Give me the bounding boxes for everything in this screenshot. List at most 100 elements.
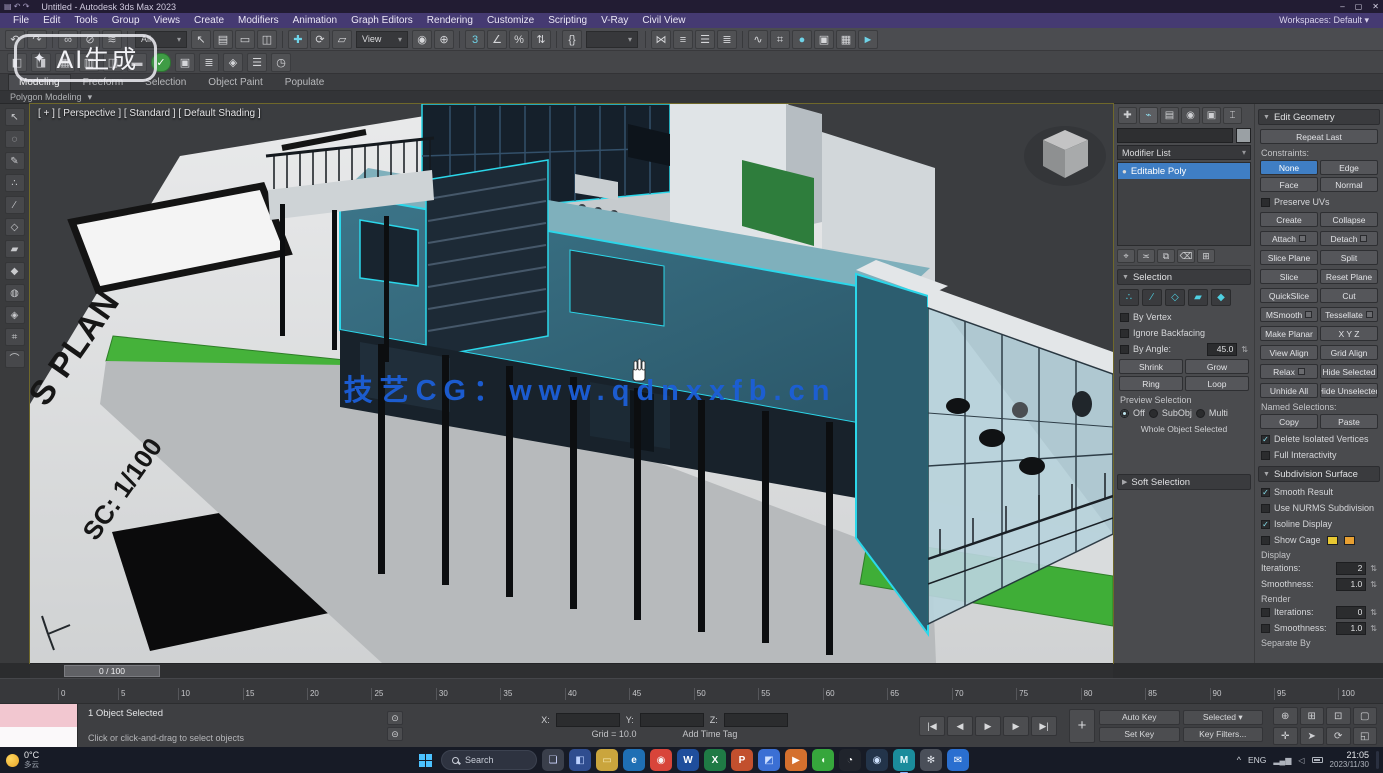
workspaces-dropdown[interactable]: Workspaces: Default ▾ (1279, 15, 1377, 26)
frame-tick-35[interactable]: 35 (500, 688, 512, 700)
quickslice-button[interactable]: QuickSlice (1260, 288, 1318, 303)
notification-center-icon[interactable] (1376, 751, 1379, 769)
curve-editor-icon[interactable]: ∿ (748, 30, 768, 49)
spinner-arrows-icon[interactable]: ⇅ (1370, 608, 1377, 617)
show-end-result-icon[interactable]: ≍ (1137, 249, 1155, 263)
photos-icon[interactable]: ◩ (758, 749, 780, 771)
window-crossing-icon[interactable]: ◫ (257, 30, 277, 49)
powerpoint-icon[interactable]: P (731, 749, 753, 771)
select-and-manipulate-icon[interactable]: ⊕ (434, 30, 454, 49)
full-interactivity-checkbox[interactable] (1261, 451, 1270, 460)
zoom-all-icon[interactable]: ⊞ (1300, 707, 1325, 725)
spinner-arrows-icon[interactable]: ⇅ (1241, 345, 1248, 354)
subdivision-rollout-header[interactable]: ▼ Subdivision Surface (1258, 466, 1380, 482)
lasso-select-icon[interactable]: ◌ (5, 130, 25, 148)
z-coordinate-field[interactable] (724, 713, 788, 727)
file-explorer-icon[interactable]: ▭ (596, 749, 618, 771)
show-cage-checkbox[interactable] (1261, 536, 1270, 545)
render-smoothness-field[interactable]: 1.0 (1336, 622, 1366, 635)
object-name-field[interactable] (1117, 128, 1233, 143)
y-coordinate-field[interactable] (640, 713, 704, 727)
angle-snap-icon[interactable]: ∠ (487, 30, 507, 49)
shrink-button[interactable]: Shrink (1119, 359, 1183, 374)
tray-clock[interactable]: 21:05 2023/11/30 (1330, 751, 1369, 769)
settings-box-icon[interactable] (1305, 311, 1312, 318)
time-slider[interactable]: 0 / 100 (30, 663, 1113, 678)
frame-tick-10[interactable]: 10 (178, 688, 190, 700)
grow-button[interactable]: Grow (1185, 359, 1249, 374)
utilities-tab[interactable]: ⌶ (1223, 107, 1242, 124)
copy-button[interactable]: Copy (1260, 414, 1318, 429)
spinner-snap-icon[interactable]: ⇅ (531, 30, 551, 49)
frame-tick-30[interactable]: 30 (436, 688, 448, 700)
named-selection-sets-dropdown[interactable]: ▾ (586, 31, 638, 48)
frame-tick-100[interactable]: 100 (1338, 688, 1354, 700)
frame-tick-65[interactable]: 65 (887, 688, 899, 700)
quick-access-icon-2[interactable]: ↶ (14, 2, 23, 11)
display-tab[interactable]: ▣ (1202, 107, 1221, 124)
msmooth-button[interactable]: MSmooth (1260, 307, 1318, 322)
create-button[interactable]: Create (1260, 212, 1318, 227)
slice-button[interactable]: Slice (1260, 269, 1318, 284)
explorer-icon[interactable]: ☰ (247, 53, 267, 72)
attach-button[interactable]: Attach (1260, 231, 1318, 246)
select-and-move-icon[interactable]: ✚ (288, 30, 308, 49)
edit-geometry-rollout-header[interactable]: ▼ Edit Geometry (1258, 109, 1380, 125)
perspective-viewport[interactable]: [ + ] [ Perspective ] [ Standard ] [ Def… (30, 104, 1113, 663)
loop-button[interactable]: Loop (1185, 376, 1249, 391)
hide-unselected-button[interactable]: Hide Unselected (1320, 383, 1378, 398)
selected-dropdown[interactable]: Selected ▾ (1183, 710, 1264, 725)
layer-manager-icon[interactable]: ≣ (199, 53, 219, 72)
menu-modifiers[interactable]: Modifiers (231, 13, 286, 28)
selection-ignore-backfacing-checkbox[interactable] (1120, 329, 1129, 338)
edge-mode-icon[interactable]: ∕ (5, 196, 25, 214)
schematic-view-icon[interactable]: ⌗ (770, 30, 790, 49)
ring-button[interactable]: Ring (1119, 376, 1183, 391)
menu-customize[interactable]: Customize (480, 13, 541, 28)
paint-select-icon[interactable]: ✎ (5, 152, 25, 170)
render-production-icon[interactable]: ► (858, 30, 878, 49)
detach-button[interactable]: Detach (1320, 231, 1378, 246)
vertex-subobject-icon[interactable]: ∴ (1119, 289, 1139, 306)
minimize-icon[interactable]: – (1340, 2, 1344, 11)
frame-tick-20[interactable]: 20 (307, 688, 319, 700)
ribbon-tab-object-paint[interactable]: Object Paint (198, 75, 272, 90)
menu-file[interactable]: File (6, 13, 36, 28)
frame-tick-50[interactable]: 50 (694, 688, 706, 700)
menu-tools[interactable]: Tools (67, 13, 104, 28)
play-button[interactable]: ▶ (975, 716, 1001, 736)
zoom-region-icon[interactable]: ▢ (1353, 707, 1378, 725)
preview-multi-radio[interactable] (1196, 409, 1205, 418)
select-and-scale-icon[interactable]: ▱ (332, 30, 352, 49)
settings-box-icon[interactable] (1299, 235, 1306, 242)
listener-script-pane[interactable] (0, 727, 77, 748)
menu-graph-editors[interactable]: Graph Editors (344, 13, 420, 28)
walk-through-icon[interactable]: ➤ (1300, 727, 1325, 745)
wechat-icon[interactable]: ◖ (812, 749, 834, 771)
smooth-result-checkbox[interactable]: ✓ (1261, 488, 1270, 497)
isolate-selection-toggle-icon[interactable]: ⊙ (387, 711, 403, 725)
graphite-tools-icon[interactable]: ◈ (223, 53, 243, 72)
modifier-stack[interactable]: ●Editable Poly (1117, 162, 1251, 246)
key-filters-button[interactable]: Key Filters... (1183, 727, 1264, 742)
select-object-icon[interactable]: ↖ (191, 30, 211, 49)
configure-modifier-sets-icon[interactable]: ⊞ (1197, 249, 1215, 263)
start-button[interactable] (414, 749, 436, 771)
ribbon-tab-populate[interactable]: Populate (275, 75, 334, 90)
x-y-z-button[interactable]: X Y Z (1320, 326, 1378, 341)
orbit-icon[interactable]: ⟳ (1326, 727, 1351, 745)
element-subobject-icon[interactable]: ◆ (1211, 289, 1231, 306)
collapse-button[interactable]: Collapse (1320, 212, 1378, 227)
hierarchy-tab[interactable]: ▤ (1160, 107, 1179, 124)
frame-tick-55[interactable]: 55 (758, 688, 770, 700)
pan-icon[interactable]: ✛ (1273, 727, 1298, 745)
taskbar-search[interactable]: Search (441, 750, 537, 770)
auto-key-button[interactable]: Auto Key (1099, 710, 1180, 725)
time-configuration-icon[interactable]: ◷ (271, 53, 291, 72)
word-icon[interactable]: W (677, 749, 699, 771)
go-to-start-button[interactable]: |◀ (919, 716, 945, 736)
snap-settings-icon[interactable]: ◈ (5, 306, 25, 324)
select-tool-icon[interactable]: ↖ (5, 108, 25, 126)
preview-off-radio[interactable] (1120, 409, 1129, 418)
hide-selected-button[interactable]: Hide Selected (1320, 364, 1378, 379)
